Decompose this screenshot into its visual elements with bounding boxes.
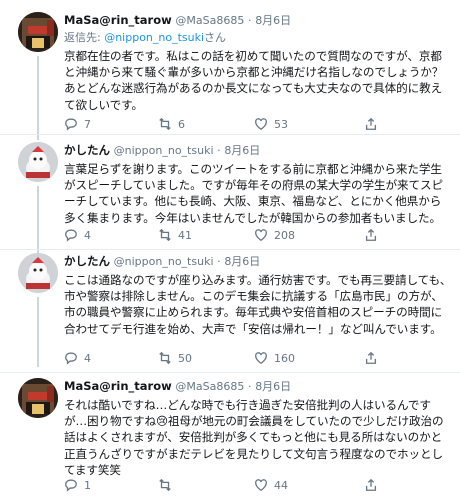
divider	[0, 372, 460, 373]
retweet-button[interactable]	[158, 477, 178, 493]
retweet-count: 41	[178, 228, 192, 242]
retweet-icon	[159, 117, 171, 131]
share-icon	[365, 478, 377, 491]
heart-icon	[255, 479, 267, 492]
character-avatar-image	[18, 253, 58, 293]
tweet-actions: 7 6 53	[64, 116, 424, 132]
like-count: 160	[274, 351, 295, 365]
retweet-icon	[159, 478, 171, 492]
tweet-date[interactable]: 8月6日	[255, 380, 291, 393]
reply-button[interactable]: 1	[64, 477, 91, 493]
tweet-text: 京都在住の者です。私はこの話を初めて聞いたので質問なのですが、京都と沖縄から来て…	[64, 49, 444, 112]
separator-dot: ·	[248, 380, 252, 393]
retweet-count: 6	[178, 117, 185, 131]
retweet-button[interactable]: 41	[158, 227, 192, 243]
retweet-button[interactable]: 6	[158, 116, 185, 132]
user-handle[interactable]: @nippon_no_tsuki	[114, 255, 214, 268]
reply-count: 4	[84, 228, 91, 242]
thread-line	[37, 186, 39, 258]
share-icon	[365, 228, 377, 241]
storefront-avatar-image	[18, 12, 58, 52]
display-name[interactable]: かしたん	[64, 254, 110, 268]
reply-suffix: さん	[204, 31, 227, 44]
like-button[interactable]: 44	[254, 477, 288, 493]
like-count: 53	[274, 117, 288, 131]
retweet-icon	[159, 351, 171, 365]
avatar[interactable]	[18, 142, 58, 182]
heart-icon	[255, 118, 267, 131]
reply-handle-link[interactable]: @nippon_no_tsuki	[104, 31, 204, 44]
like-button[interactable]: 53	[254, 116, 288, 132]
user-handle[interactable]: @nippon_no_tsuki	[114, 144, 214, 157]
tweet-text: ここは通路なのですが座り込みます。通行妨害です。でも再三要請しても、市や警察は排…	[64, 273, 452, 336]
user-handle[interactable]: @MaSa8685	[175, 14, 244, 27]
reply-icon	[65, 352, 77, 365]
storefront-avatar-image	[18, 378, 58, 418]
tweet-actions: 4 41 208	[64, 227, 424, 243]
retweet-icon	[159, 228, 171, 242]
reply-icon	[65, 118, 77, 131]
tweet-date[interactable]: 8月6日	[255, 14, 291, 27]
like-count: 44	[274, 478, 288, 492]
display-name[interactable]: MaSa@rin_tarow	[64, 13, 172, 27]
reply-prefix: 返信先:	[64, 31, 105, 44]
separator-dot: ·	[248, 14, 252, 27]
reply-to: 返信先: @nippon_no_tsukiさん	[64, 30, 452, 46]
thread-line	[37, 297, 39, 367]
tweet-actions: 1 44	[64, 477, 424, 493]
reply-count: 4	[84, 351, 91, 365]
reply-icon	[65, 479, 77, 492]
heart-icon	[255, 352, 267, 365]
share-icon	[365, 117, 377, 130]
character-avatar-image	[18, 142, 58, 182]
reply-icon	[65, 229, 77, 242]
reply-button[interactable]: 4	[64, 227, 91, 243]
share-icon	[365, 351, 377, 364]
share-button[interactable]	[364, 350, 378, 366]
separator-dot: ·	[217, 144, 221, 157]
reply-count: 7	[84, 117, 91, 131]
reply-button[interactable]: 7	[64, 116, 91, 132]
display-name[interactable]: かしたん	[64, 143, 110, 157]
share-button[interactable]	[364, 116, 378, 132]
share-button[interactable]	[364, 477, 378, 493]
reply-count: 1	[84, 478, 91, 492]
tweet-text: 言葉足らずを謝ります。このツイートをする前に京都と沖縄から来た学生がスピーチして…	[64, 162, 443, 225]
like-button[interactable]: 208	[254, 227, 295, 243]
share-button[interactable]	[364, 227, 378, 243]
retweet-button[interactable]: 50	[158, 350, 192, 366]
like-count: 208	[274, 228, 295, 242]
divider	[0, 134, 460, 135]
separator-dot: ·	[217, 255, 221, 268]
thread-line	[37, 56, 39, 140]
like-button[interactable]: 160	[254, 350, 295, 366]
heart-icon	[255, 229, 267, 242]
tweet-actions: 4 50 160	[64, 350, 424, 366]
tweet-date[interactable]: 8月6日	[224, 144, 260, 157]
retweet-count: 50	[178, 351, 192, 365]
user-handle[interactable]: @MaSa8685	[175, 380, 244, 393]
divider	[0, 249, 460, 250]
display-name[interactable]: MaSa@rin_tarow	[64, 379, 172, 393]
avatar[interactable]	[18, 12, 58, 52]
tweet-text: それは酷いですね…どんな時でも行き過ぎた安倍批判の人はいるんですが…困り物ですね…	[64, 398, 444, 477]
tweet-date[interactable]: 8月6日	[224, 255, 260, 268]
reply-button[interactable]: 4	[64, 350, 91, 366]
avatar[interactable]	[18, 253, 58, 293]
avatar[interactable]	[18, 378, 58, 418]
